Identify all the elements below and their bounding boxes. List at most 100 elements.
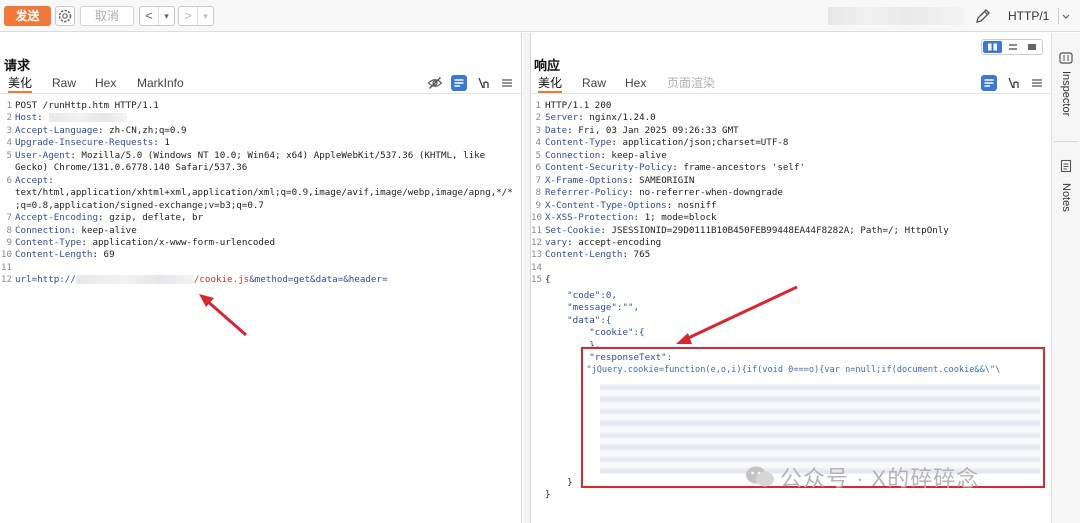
request-line: User-Agent: Mozilla/5.0 (Windows NT 10.0… <box>15 150 485 162</box>
edit-target-button[interactable] <box>973 6 993 26</box>
request-menu-button[interactable] <box>500 75 516 91</box>
header-name: X-Content-Type-Options <box>545 199 667 211</box>
header-value: 1; mode=block <box>639 212 717 224</box>
request-line-number: 2 <box>6 112 12 124</box>
header-name: Content-Length <box>15 249 93 261</box>
header-name: Server <box>545 112 579 124</box>
eye-slash-icon <box>427 77 443 89</box>
response-title: 响应 <box>534 58 561 73</box>
tab-response-render[interactable]: 页面渲染 <box>667 75 715 93</box>
layout-toggle[interactable] <box>981 39 1043 55</box>
header-name: Content-Security-Policy <box>545 162 673 174</box>
body-url-path: /cookie.js <box>193 274 250 286</box>
tab-request-pretty[interactable]: 美化 <box>8 75 33 93</box>
layout-side-by-side-option[interactable] <box>983 41 1002 53</box>
response-line-number: 14 <box>531 261 543 273</box>
response-tabs-divider <box>531 93 1050 94</box>
show-newlines-button[interactable] <box>476 75 492 91</box>
header-name: X-Frame-Options <box>545 174 628 186</box>
tab-response-pretty[interactable]: 美化 <box>538 75 563 93</box>
response-line: vary: accept-encoding <box>545 237 661 249</box>
pencil-icon <box>976 9 990 23</box>
hide-nonprintable-button[interactable] <box>427 75 443 91</box>
header-name: User-Agent <box>15 149 71 161</box>
cancel-button[interactable]: 取消 <box>80 6 134 26</box>
body-url-prefix: url=http:// <box>15 274 76 286</box>
request-line-number: 10 <box>0 249 12 261</box>
response-pretty-print-toggle[interactable] <box>981 75 997 91</box>
response-line-number: 3 <box>535 124 541 136</box>
header-name: Content-Type <box>15 236 82 248</box>
header-value: 69 <box>98 249 115 261</box>
tab-request-hex[interactable]: Hex <box>95 75 116 93</box>
header-value: SAMEORIGIN <box>633 174 695 186</box>
response-line: Referrer-Policy: no-referrer-when-downgr… <box>545 187 783 199</box>
newline-icon <box>478 77 489 89</box>
request-line-number: 4 <box>6 137 12 149</box>
request-line-number: 8 <box>6 224 12 236</box>
tab-view-icon[interactable] <box>1025 41 1039 53</box>
header-name: Accept-Encoding <box>15 212 98 224</box>
watermark: 公众号 · X的碎碎念 <box>744 455 1054 499</box>
response-line-number: 4 <box>535 137 541 149</box>
inspector-icon[interactable] <box>1058 51 1074 65</box>
header-name: Connection <box>15 224 71 236</box>
tab-request-markinfo[interactable]: MarkInfo <box>137 75 184 93</box>
response-menu-button[interactable] <box>1030 75 1046 91</box>
header-name: Accept-Language <box>15 124 98 136</box>
request-line-number: 11 <box>0 261 12 273</box>
gear-icon <box>58 9 72 23</box>
tab-response-raw[interactable]: Raw <box>582 75 606 93</box>
request-line: Accept: <box>15 175 54 187</box>
lines-icon <box>984 79 994 87</box>
notes-icon[interactable] <box>1059 159 1073 173</box>
http-version-dropdown[interactable] <box>1058 8 1072 24</box>
header-name: Upgrade-Insecure-Requests <box>15 137 154 149</box>
response-line: Content-Security-Policy: frame-ancestors… <box>545 162 805 174</box>
header-value: nosniff <box>672 199 717 211</box>
response-line: X-Content-Type-Options: nosniff <box>545 200 717 212</box>
settings-gear-button[interactable] <box>55 6 75 26</box>
inspector-side-panel: Inspector Notes <box>1051 33 1080 523</box>
tab-request-raw[interactable]: Raw <box>52 75 76 93</box>
response-json-line: } <box>545 476 573 488</box>
request-line: text/html,application/xhtml+xml,applicat… <box>15 187 513 199</box>
request-line: Content-Type: application/x-www-form-url… <box>15 237 275 249</box>
hamburger-icon <box>502 79 512 87</box>
rows-icon[interactable] <box>1006 41 1020 53</box>
response-line-number: 2 <box>535 112 541 124</box>
redacted-url <box>75 275 194 285</box>
notes-tab[interactable]: Notes <box>1060 183 1072 212</box>
send-button[interactable]: 发送 <box>4 6 51 26</box>
response-json-line: } <box>545 488 551 500</box>
header-value: gzip, deflate, br <box>103 212 204 224</box>
inspector-tab[interactable]: Inspector <box>1060 71 1072 116</box>
response-line-number: 6 <box>535 162 541 174</box>
header-value: no-referrer-when-downgrade <box>633 187 783 199</box>
hamburger-icon <box>1032 79 1042 87</box>
header-name: Content-Type <box>545 137 612 149</box>
request-line: Upgrade-Insecure-Requests: 1 <box>15 137 170 149</box>
header-value: accept-encoding <box>572 236 662 248</box>
back-button[interactable]: < <box>140 7 158 25</box>
response-line-number: 13 <box>531 249 543 261</box>
header-value: frame-ancestors 'self' <box>677 162 806 174</box>
back-history-dropdown[interactable]: ▾ <box>158 7 174 25</box>
tab-response-hex[interactable]: Hex <box>625 75 646 93</box>
response-line-number: 9 <box>535 199 541 211</box>
pretty-print-toggle[interactable] <box>451 75 467 91</box>
response-show-newlines-button[interactable] <box>1006 75 1022 91</box>
request-line: Content-Length: 69 <box>15 249 115 261</box>
response-json-line: "code":0, <box>545 289 617 301</box>
response-json-line: "cookie":{ <box>545 327 645 339</box>
pane-splitter[interactable] <box>523 33 530 523</box>
http-version-label[interactable]: HTTP/1 <box>1008 9 1049 23</box>
body-params: &method=get&data=&header= <box>249 274 388 286</box>
forward-button[interactable]: > <box>179 7 197 25</box>
header-colon: : <box>48 174 54 186</box>
request-line: Gecko) Chrome/131.0.6778.140 Safari/537.… <box>15 162 248 174</box>
forward-history-dropdown[interactable]: ▾ <box>197 7 213 25</box>
response-line-number: 5 <box>535 149 541 161</box>
header-value: 1 <box>158 137 170 149</box>
response-line-number: 1 <box>535 100 541 111</box>
